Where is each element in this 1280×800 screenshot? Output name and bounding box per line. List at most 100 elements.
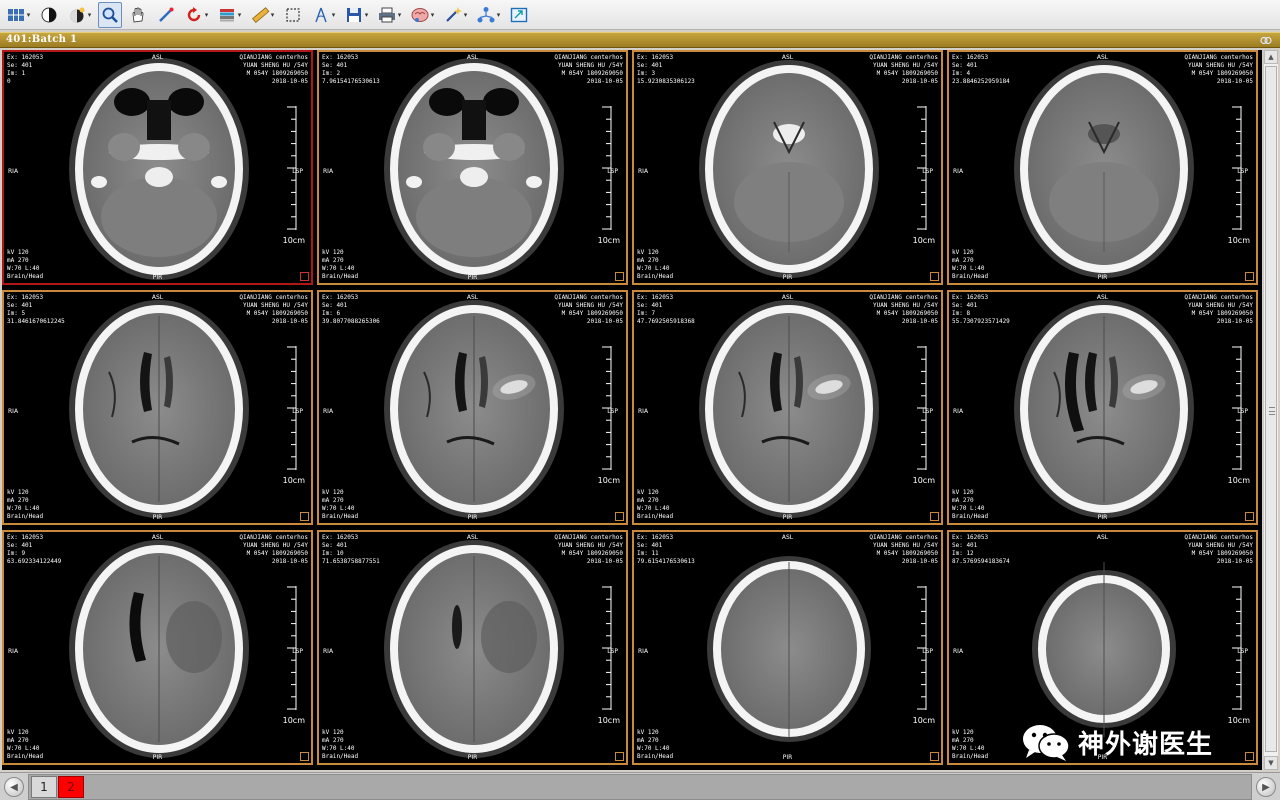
scroll-down-button[interactable]: ▼ bbox=[1264, 756, 1278, 770]
overlay-text: Se: 401 bbox=[322, 62, 348, 69]
scale-ruler-icon bbox=[1232, 586, 1242, 710]
image-viewer[interactable]: Ex: 162053 Se: 401 Im: 1 0 QIANJIANG centerh… bbox=[2, 50, 1262, 770]
overlay-text: mA 270 bbox=[322, 497, 344, 504]
dropdown-caret-icon[interactable]: ▾ bbox=[237, 5, 242, 25]
ct-image-cell[interactable]: Ex: 162053 Se: 401 Im: 2 7.96154176530613 QI… bbox=[317, 50, 628, 285]
overlay-text: kV 120 bbox=[322, 729, 344, 736]
watermark: 神外谢医生 bbox=[1020, 722, 1213, 762]
orientation-bottom: PIR bbox=[467, 274, 478, 281]
series-title-bar[interactable]: 401:Batch 1 bbox=[0, 32, 1280, 48]
dropdown-caret-icon[interactable]: ▾ bbox=[26, 5, 31, 25]
network-tool-button[interactable]: ▾ bbox=[474, 2, 503, 28]
dropdown-caret-icon[interactable]: ▾ bbox=[364, 5, 369, 25]
overlay-text: 2018-10-05 bbox=[1216, 558, 1253, 565]
ct-image-cell[interactable]: Ex: 162053 Se: 401 Im: 6 39.8077088265306 QI… bbox=[317, 290, 628, 525]
dropdown-caret-icon[interactable]: ▾ bbox=[87, 5, 92, 25]
scale-ruler-icon bbox=[1232, 346, 1242, 470]
measure-pen-tool-button[interactable] bbox=[154, 2, 178, 28]
overlay-text: M 054Y 1809269050 bbox=[876, 550, 938, 557]
scroll-grip-icon bbox=[1269, 407, 1275, 415]
orientation-bottom: PIR bbox=[782, 514, 793, 521]
overlay-text: W:70 L:40 bbox=[322, 505, 355, 512]
ct-image-cell[interactable]: Ex: 162053 Se: 401 Im: 11 79.6154176530613 Q… bbox=[632, 530, 943, 765]
page-tab-2[interactable]: 2 bbox=[58, 776, 84, 798]
dropdown-caret-icon[interactable]: ▾ bbox=[204, 5, 209, 25]
overlay-text: W:70 L:40 bbox=[7, 265, 40, 272]
orientation-top: ASL bbox=[781, 294, 794, 301]
color-lut-tool-button[interactable]: ▾ bbox=[215, 2, 244, 28]
overlay-text: Im: 12 bbox=[952, 550, 974, 557]
overlay-text: YUAN SHENG HU /54Y bbox=[1187, 542, 1253, 549]
save-disk-icon bbox=[344, 5, 364, 25]
overlay-text: 7.96154176530613 bbox=[322, 78, 380, 85]
ct-image-cell[interactable]: Ex: 162053 Se: 401 Im: 1 0 QIANJIANG centerh… bbox=[2, 50, 313, 285]
overlay-text: Im: 11 bbox=[637, 550, 659, 557]
previous-page-arrow-icon[interactable]: ◀ bbox=[4, 777, 24, 797]
angle-tool-button[interactable]: ▾ bbox=[309, 2, 338, 28]
rotate-tool-button[interactable]: ▾ bbox=[182, 2, 211, 28]
main-toolbar: ▾ ▾ ▾ ▾ ▾ ▾ ▾ ▾ ▾ ▾ ▾ bbox=[0, 0, 1280, 30]
layout-grid-tool-button[interactable]: ▾ bbox=[4, 2, 33, 28]
overlay-text: kV 120 bbox=[637, 249, 659, 256]
ct-slice-image bbox=[1014, 300, 1194, 518]
overlay-text: Se: 401 bbox=[952, 302, 978, 309]
cell-corner-marker-icon bbox=[930, 272, 939, 281]
overlay-text: kV 120 bbox=[637, 729, 659, 736]
page-tab-1[interactable]: 1 bbox=[31, 776, 57, 798]
ct-image-cell[interactable]: Ex: 162053 Se: 401 Im: 7 47.7692505918368 QI… bbox=[632, 290, 943, 525]
dropdown-caret-icon[interactable]: ▾ bbox=[331, 5, 336, 25]
scale-label: 10cm bbox=[597, 716, 620, 725]
network-icon bbox=[476, 5, 496, 25]
ct-image-cell[interactable]: Ex: 162053 Se: 401 Im: 5 31.8461670612245 QI… bbox=[2, 290, 313, 525]
vertical-scrollbar[interactable]: ▲ ▼ bbox=[1263, 50, 1278, 770]
ct-slice-image bbox=[707, 556, 871, 742]
overlay-text: 2018-10-05 bbox=[901, 318, 938, 325]
scroll-up-button[interactable]: ▲ bbox=[1264, 50, 1278, 64]
ct-image-cell[interactable]: Ex: 162053 Se: 401 Im: 9 63.692334122449 QIA… bbox=[2, 530, 313, 765]
orientation-left: RIA bbox=[953, 408, 964, 415]
ct-image-cell[interactable]: Ex: 162053 Se: 401 Im: 10 71.6538758877551 Q… bbox=[317, 530, 628, 765]
orientation-bottom: PIR bbox=[1097, 274, 1108, 281]
magic-wand-tool-button[interactable]: ▾ bbox=[441, 2, 470, 28]
cell-corner-marker-icon bbox=[615, 752, 624, 761]
brain-3d-tool-button[interactable]: ▾ bbox=[408, 2, 437, 28]
ruler-tool-button[interactable]: ▾ bbox=[248, 2, 277, 28]
overlay-text: W:70 L:40 bbox=[7, 505, 40, 512]
overlay-text: YUAN SHENG HU /54Y bbox=[1187, 302, 1253, 309]
window-level-tool-button[interactable] bbox=[37, 2, 61, 28]
orientation-top: ASL bbox=[151, 294, 164, 301]
overlay-text: mA 270 bbox=[7, 257, 29, 264]
dropdown-caret-icon[interactable]: ▾ bbox=[430, 5, 435, 25]
dropdown-caret-icon[interactable]: ▾ bbox=[270, 5, 275, 25]
dropdown-caret-icon[interactable]: ▾ bbox=[463, 5, 468, 25]
ct-slice-image bbox=[69, 540, 249, 758]
orientation-left: RIA bbox=[953, 648, 964, 655]
next-page-arrow-icon[interactable]: ▶ bbox=[1256, 777, 1276, 797]
roi-select-tool-button[interactable] bbox=[281, 2, 305, 28]
fit-window-tool-button[interactable] bbox=[507, 2, 531, 28]
cell-corner-marker-icon bbox=[300, 512, 309, 521]
overlay-text: mA 270 bbox=[7, 497, 29, 504]
scale-label: 10cm bbox=[912, 236, 935, 245]
orientation-bottom: PIR bbox=[782, 274, 793, 281]
overlay-text: M 054Y 1809269050 bbox=[246, 70, 308, 77]
dropdown-caret-icon[interactable]: ▾ bbox=[496, 5, 501, 25]
overlay-text: M 054Y 1809269050 bbox=[246, 550, 308, 557]
ct-image-cell[interactable]: Ex: 162053 Se: 401 Im: 8 55.7307923571429 QI… bbox=[947, 290, 1258, 525]
overlay-text: Im: 5 bbox=[7, 310, 26, 317]
scroll-thumb[interactable] bbox=[1265, 66, 1277, 752]
sync-link-icon[interactable] bbox=[1260, 35, 1272, 46]
ct-slice-image bbox=[384, 540, 564, 758]
ct-image-cell[interactable]: Ex: 162053 Se: 401 Im: 3 15.9230835306123 QI… bbox=[632, 50, 943, 285]
brightness-preset-tool-button[interactable]: ▾ bbox=[65, 2, 94, 28]
save-disk-tool-button[interactable]: ▾ bbox=[342, 2, 371, 28]
overlay-text: YUAN SHENG HU /54Y bbox=[242, 302, 308, 309]
dropdown-caret-icon[interactable]: ▾ bbox=[397, 5, 402, 25]
overlay-text: M 054Y 1809269050 bbox=[246, 310, 308, 317]
overlay-text: Im: 10 bbox=[322, 550, 344, 557]
pan-hand-tool-button[interactable] bbox=[126, 2, 150, 28]
zoom-magnifier-tool-button[interactable] bbox=[98, 1, 122, 28]
print-tool-button[interactable]: ▾ bbox=[375, 2, 404, 28]
ct-image-cell[interactable]: Ex: 162053 Se: 401 Im: 4 23.8846252959184 QI… bbox=[947, 50, 1258, 285]
overlay-text: Se: 401 bbox=[7, 302, 33, 309]
